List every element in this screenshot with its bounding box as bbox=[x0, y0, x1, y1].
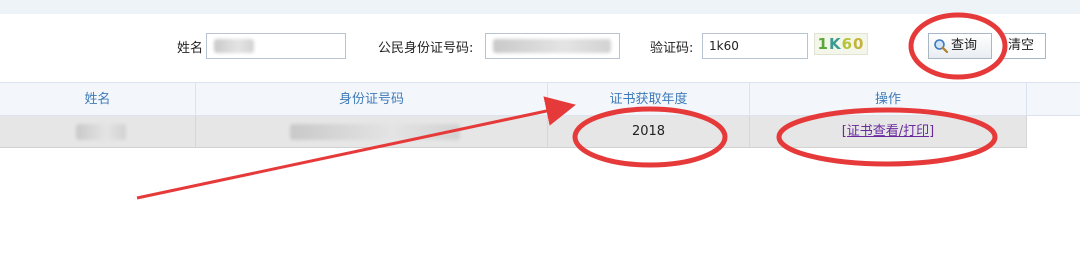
name-label: 姓名 bbox=[177, 41, 204, 56]
column-header-id-number: 身份证号码 bbox=[196, 83, 548, 115]
query-button[interactable]: 查询 bbox=[928, 33, 992, 59]
query-button-label: 查询 bbox=[951, 38, 978, 53]
view-print-certificate-link[interactable]: [证书查看/打印] bbox=[842, 124, 935, 139]
top-band bbox=[0, 0, 1080, 14]
captcha-image[interactable]: 1K60 bbox=[814, 33, 868, 55]
table-row: 2018 [证书查看/打印] bbox=[0, 116, 1027, 148]
redacted-name-value bbox=[214, 39, 254, 53]
redacted-id-number-value bbox=[493, 39, 611, 53]
clear-button-label: 清空 bbox=[1008, 38, 1035, 53]
cell-action: [证书查看/打印] bbox=[750, 116, 1027, 147]
redacted-name-cell bbox=[76, 124, 126, 140]
magnifier-icon bbox=[934, 39, 949, 54]
captcha-input[interactable]: 1k60 bbox=[702, 33, 808, 59]
column-header-name: 姓名 bbox=[0, 83, 196, 115]
column-header-year: 证书获取年度 bbox=[548, 83, 750, 115]
captcha-label: 验证码: bbox=[650, 41, 694, 56]
table-header: 姓名 身份证号码 证书获取年度 操作 bbox=[0, 82, 1080, 116]
clear-button[interactable]: 清空 bbox=[1000, 33, 1046, 59]
cell-year: 2018 bbox=[548, 116, 750, 147]
id-number-label: 公民身份证号码: bbox=[378, 41, 474, 56]
redacted-id-number-cell bbox=[290, 124, 460, 140]
column-header-action: 操作 bbox=[750, 83, 1027, 115]
